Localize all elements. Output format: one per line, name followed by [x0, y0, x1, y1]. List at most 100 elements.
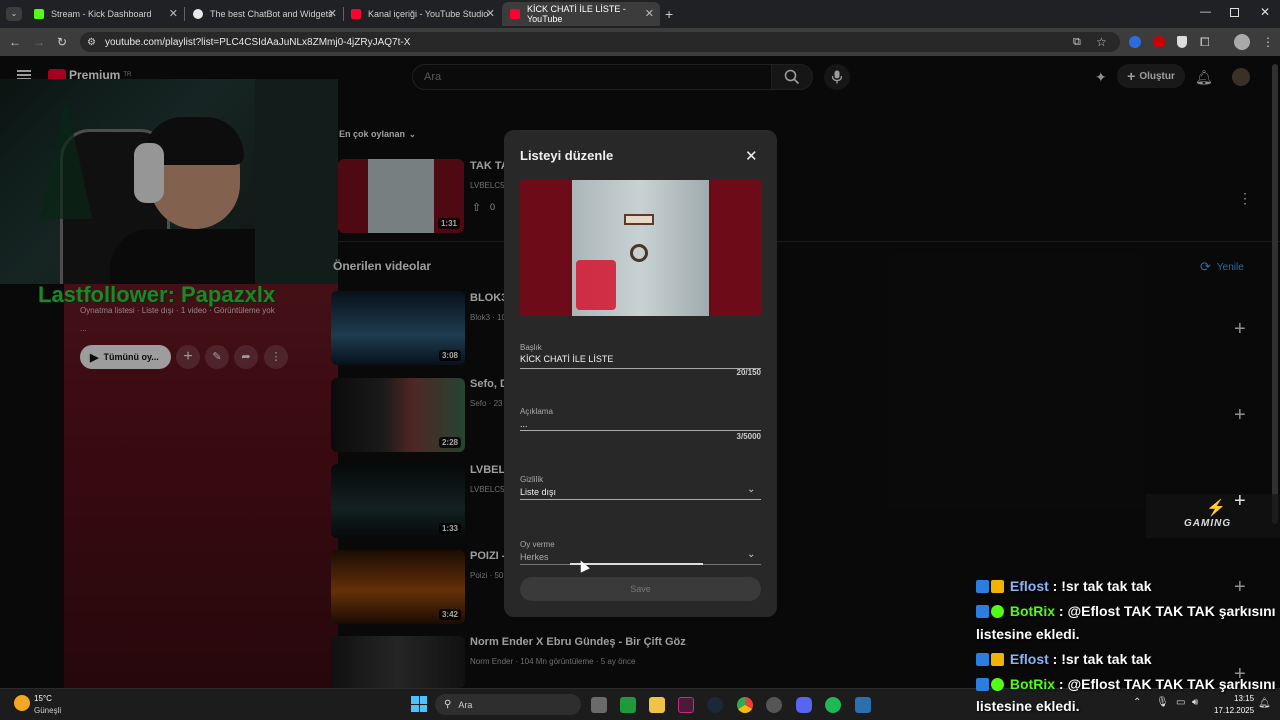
settings-gear-icon[interactable] — [766, 697, 782, 713]
profile-avatar[interactable] — [1234, 34, 1250, 50]
duration-badge: 3:42 — [438, 609, 461, 620]
privacy-dropdown[interactable]: Liste dışı — [520, 487, 556, 497]
title-char-counter: 20/150 — [736, 368, 761, 377]
headphones — [134, 143, 164, 203]
reload-icon[interactable]: ↻ — [57, 36, 67, 48]
tray-chevron-up-icon[interactable]: ⌃ — [1133, 697, 1141, 708]
door-knocker — [630, 244, 648, 262]
voting-focus-bar — [570, 563, 703, 565]
tab-youtube-playlist[interactable]: KİCK CHATİ İLE LİSTE - YouTube ✕ — [502, 2, 660, 26]
monitor-glow — [255, 79, 338, 284]
minimize-button[interactable]: — — [1200, 6, 1211, 18]
video-thumbnail[interactable]: 2:28 — [331, 378, 465, 452]
search-input[interactable]: Ara — [412, 64, 772, 90]
add-video-button[interactable]: + — [1234, 405, 1246, 425]
tab-label: KİCK CHATİ İLE LİSTE - YouTube — [527, 4, 626, 24]
video-title[interactable]: Norm Ender X Ebru Gündeş - Bir Çift Göz — [470, 636, 686, 648]
tray-mic-icon[interactable]: 🎙︎ — [1156, 697, 1169, 708]
video-thumbnail[interactable]: 3:08 — [331, 291, 465, 365]
chat-message: BotRix : @Eflost TAK TAK TAK şarkısını ç — [976, 603, 1280, 619]
notifications-bell-icon[interactable]: 🔔︎ — [1195, 69, 1213, 86]
browser-menu-icon[interactable]: ⋮ — [1262, 36, 1274, 48]
tab-search-button[interactable]: ⌄ — [6, 7, 22, 21]
weather-temp[interactable]: 15°C — [34, 694, 52, 703]
botrix-icon — [193, 9, 203, 19]
notification-center-icon[interactable]: 🔔︎ — [1258, 698, 1271, 709]
weather-icon[interactable] — [14, 695, 30, 711]
voice-search-button[interactable] — [824, 64, 850, 90]
add-video-button[interactable]: + — [1234, 319, 1246, 339]
discord-icon[interactable] — [796, 697, 812, 713]
refresh-button[interactable]: ⟳ Yenile — [1200, 259, 1244, 275]
extension-icon[interactable] — [1129, 36, 1141, 48]
playlist-item-thumbnail[interactable]: 1:31 — [338, 159, 464, 233]
search-button[interactable] — [771, 64, 813, 90]
tray-volume-icon[interactable]: 🔊︎ — [1192, 697, 1198, 708]
close-tab-icon[interactable]: ✕ — [169, 7, 178, 20]
add-video-button[interactable]: + — [1234, 577, 1246, 597]
edit-pencil-button[interactable]: ✎ — [205, 345, 229, 369]
chevron-down-icon[interactable]: ⌄ — [747, 549, 755, 560]
chat-text: : @Eflost TAK TAK TAK şarkısını ç — [1055, 676, 1280, 692]
video-thumbnail[interactable]: 1:33 — [331, 464, 465, 538]
back-icon[interactable]: ← — [9, 36, 21, 48]
close-icon[interactable]: ✕ — [745, 147, 758, 165]
extensions-puzzle-icon[interactable]: ⧠ — [1200, 36, 1210, 48]
tab-chatbot[interactable]: The best ChatBot and Widgets ✕ — [185, 2, 343, 26]
playlist-item-channel[interactable]: LVBELC5 — [470, 181, 505, 190]
playlist-item-more-icon[interactable]: ⋮ — [1238, 190, 1252, 207]
video-thumbnail[interactable]: 3:42 — [331, 550, 465, 624]
spotify-icon[interactable] — [825, 697, 841, 713]
page-scrollbar[interactable] — [1272, 64, 1278, 524]
close-window-button[interactable]: ✕ — [1260, 5, 1270, 19]
chevron-down-icon[interactable]: ⌄ — [747, 484, 755, 495]
file-explorer-icon[interactable] — [649, 697, 665, 713]
windows-start-icon[interactable] — [411, 696, 427, 712]
door-number-plate — [624, 214, 654, 225]
network-app-icon[interactable] — [855, 697, 871, 713]
clock-date[interactable]: 17.12.2025 — [1214, 706, 1254, 715]
add-video-button[interactable]: + — [1234, 491, 1246, 511]
create-button[interactable]: + Oluştur — [1117, 64, 1185, 88]
account-avatar[interactable] — [1232, 68, 1250, 86]
clock-time[interactable]: 13:15 — [1234, 694, 1254, 703]
video-title[interactable]: BLOK3 — [470, 292, 507, 304]
create-label: Oluştur — [1139, 70, 1175, 82]
add-to-playlist-button[interactable]: + — [176, 345, 200, 369]
voting-dropdown[interactable]: Herkes — [520, 552, 549, 562]
tab-youtube-studio[interactable]: Kanal içeriği - YouTube Studio ✕ — [343, 2, 501, 26]
shield-extension-icon[interactable] — [1177, 36, 1187, 48]
steam-icon[interactable] — [707, 697, 723, 713]
sort-dropdown[interactable]: En çok oylanan ⌄ — [339, 129, 416, 139]
video-title[interactable]: POIZI - — [470, 550, 505, 562]
video-thumbnail[interactable] — [331, 636, 465, 688]
title-field-input[interactable]: KİCK CHATİ İLE LİSTE — [520, 354, 613, 364]
share-button[interactable]: ➦ — [234, 345, 258, 369]
bookmark-star-icon[interactable]: ☆ — [1096, 36, 1107, 48]
media-app-icon[interactable] — [678, 697, 694, 713]
close-tab-icon[interactable]: ✕ — [645, 7, 654, 20]
vote-up-icon[interactable]: ⇧ — [472, 201, 481, 214]
ai-sparkle-icon[interactable]: ✦ — [1095, 69, 1107, 86]
tab-kick-dashboard[interactable]: Stream - Kick Dashboard ✕ — [26, 2, 184, 26]
maximize-button[interactable] — [1230, 8, 1239, 17]
close-tab-icon[interactable]: ✕ — [328, 7, 337, 20]
weather-desc[interactable]: Güneşli — [34, 706, 61, 715]
site-info-icon[interactable]: ⚙ — [87, 37, 96, 49]
description-field-input[interactable]: ... — [520, 419, 528, 429]
recording-extension-icon[interactable] — [1153, 36, 1165, 48]
playlist-item-title[interactable]: TAK TA — [470, 160, 509, 172]
video-title[interactable]: Sefo, D — [470, 378, 508, 390]
play-all-button[interactable]: ▶ Tümünü oy... — [80, 345, 171, 369]
new-tab-button[interactable]: + — [665, 6, 673, 22]
tray-network-icon[interactable]: ▭ — [1176, 697, 1185, 708]
taskbar-search[interactable]: ⚲ Ara — [435, 694, 581, 715]
more-options-button[interactable]: ⋮ — [264, 345, 288, 369]
install-app-icon[interactable]: ⧉ — [1073, 36, 1081, 48]
save-button[interactable]: Save — [520, 577, 761, 601]
task-view-icon[interactable] — [591, 697, 607, 713]
close-tab-icon[interactable]: ✕ — [486, 7, 495, 20]
forward-icon[interactable]: → — [33, 36, 45, 48]
xbox-app-icon[interactable] — [620, 697, 636, 713]
chrome-icon[interactable] — [737, 697, 753, 713]
